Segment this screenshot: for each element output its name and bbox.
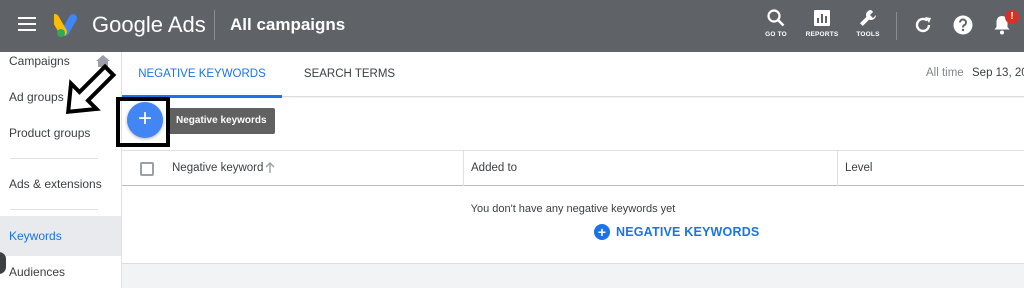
reports-icon (814, 10, 830, 26)
annotation-arrow-icon (65, 63, 117, 115)
tools-divider (896, 12, 897, 40)
sidebar-item-keywords[interactable]: Keywords (0, 216, 121, 256)
tab-bar: NEGATIVE KEYWORDS SEARCH TERMS All time … (122, 52, 1024, 98)
column-header-level[interactable]: Level (845, 151, 873, 185)
tools-button[interactable]: TOOLS (845, 8, 891, 46)
column-divider (837, 151, 838, 186)
top-app-bar: Google Ads All campaigns GO TO REPORTS T… (0, 0, 1024, 52)
annotation-highlight-box (116, 97, 170, 147)
tab-negative-keywords[interactable]: NEGATIVE KEYWORDS (122, 52, 282, 98)
refresh-icon[interactable] (912, 14, 934, 36)
goto-label: GO TO (765, 31, 787, 38)
search-icon (767, 9, 785, 27)
sidebar-item-label: Keywords (9, 229, 62, 243)
column-divider (463, 151, 464, 186)
brand-name: Google Ads (92, 12, 206, 37)
add-link-label: NEGATIVE KEYWORDS (616, 225, 760, 239)
table-header: Negative keyword Added to Level (122, 150, 1024, 186)
sidebar-item-label: Product groups (9, 126, 91, 140)
tab-search-terms[interactable]: SEARCH TERMS (282, 52, 417, 97)
select-all-checkbox[interactable] (140, 162, 154, 176)
hamburger-menu-icon[interactable] (18, 16, 38, 32)
sidebar-item-audiences[interactable]: Audiences (0, 252, 121, 292)
tools-label: TOOLS (856, 31, 880, 38)
sidebar-item-ads-extensions[interactable]: Ads & extensions (0, 164, 121, 204)
tab-label: SEARCH TERMS (303, 68, 396, 80)
sidebar-item-label: Audiences (9, 265, 66, 279)
sort-arrow-up-icon[interactable] (264, 162, 276, 174)
reports-label: REPORTS (805, 31, 839, 38)
main-content: NEGATIVE KEYWORDS SEARCH TERMS All time … (122, 52, 1024, 288)
google-ads-logo-icon (54, 14, 77, 37)
sidebar-item-label: Ads & extensions (9, 177, 102, 191)
date-range-label: All time (926, 67, 964, 79)
help-icon[interactable] (952, 14, 974, 36)
wrench-icon (860, 10, 876, 26)
empty-state-message: You don't have any negative keywords yet (470, 203, 676, 215)
date-range-picker[interactable]: Sep 13, 20 (972, 67, 1024, 79)
tab-label: NEGATIVE KEYWORDS (138, 68, 266, 80)
reports-button[interactable]: REPORTS (799, 8, 845, 46)
add-circle-icon: + (594, 224, 610, 240)
column-header-negative-keyword[interactable]: Negative keyword (172, 151, 263, 185)
page-title[interactable]: All campaigns (230, 14, 345, 36)
header-divider (214, 10, 215, 40)
goto-button[interactable]: GO TO (753, 8, 799, 46)
sidebar-divider (10, 209, 98, 210)
notification-badge: ! (1005, 10, 1019, 24)
sidebar-divider (10, 158, 98, 159)
column-header-added-to[interactable]: Added to (471, 151, 517, 185)
negative-keywords-panel: + Negative keywords Negative keyword Add… (122, 98, 1024, 264)
fab-tooltip: Negative keywords (168, 108, 275, 134)
